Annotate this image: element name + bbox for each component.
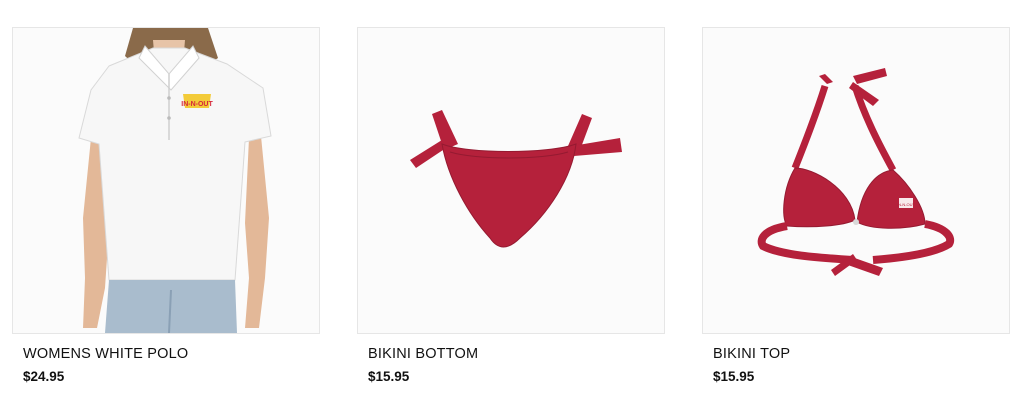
product-name[interactable]: WOMENS WHITE POLO bbox=[23, 346, 188, 362]
product-name[interactable]: BIKINI BOTTOM bbox=[368, 346, 478, 362]
polo-logo-text: IN-N-OUT bbox=[181, 101, 213, 108]
product-image-womens-white-polo[interactable]: IN-N-OUT bbox=[12, 27, 320, 334]
bikini-top-image: IN-N-OUT bbox=[757, 68, 955, 276]
product-image-bikini-top[interactable]: IN-N-OUT bbox=[702, 27, 1010, 334]
product-image-bikini-bottom[interactable] bbox=[357, 27, 665, 334]
womens-white-polo-image: IN-N-OUT bbox=[78, 28, 272, 333]
product-card-bikini-top[interactable]: IN-N-OUT BIKINI TOP $15.95 bbox=[702, 27, 1010, 384]
product-grid: IN-N-OUT WOMENS WHITE POLO $24.95 BIKINI… bbox=[0, 0, 1024, 410]
product-card-bikini-bottom[interactable]: BIKINI BOTTOM $15.95 bbox=[357, 27, 665, 384]
product-price: $24.95 bbox=[23, 369, 65, 384]
bikini-logo-text: IN-N-OUT bbox=[897, 202, 916, 207]
product-card-womens-white-polo[interactable]: IN-N-OUT WOMENS WHITE POLO $24.95 bbox=[12, 27, 320, 384]
product-price: $15.95 bbox=[713, 369, 755, 384]
product-name[interactable]: BIKINI TOP bbox=[713, 346, 790, 362]
product-price: $15.95 bbox=[368, 369, 410, 384]
bikini-bottom-image bbox=[410, 110, 622, 248]
